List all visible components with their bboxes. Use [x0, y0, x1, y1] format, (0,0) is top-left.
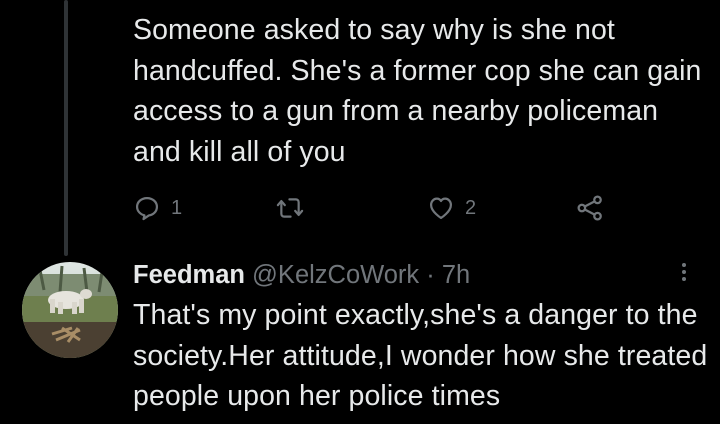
like-button[interactable]: 2: [427, 190, 476, 226]
parent-tweet-text: Someone asked to say why is she not hand…: [133, 14, 702, 168]
reply-button[interactable]: 1: [133, 190, 182, 226]
thread-connector-line: [64, 0, 68, 256]
like-count: 2: [465, 196, 477, 219]
reply-header: Feedman @KelzCoWork · 7h: [133, 255, 470, 295]
reply-tweet-text: That's my point exactly,she's a danger t…: [133, 299, 708, 412]
timestamp[interactable]: 7h: [442, 261, 470, 289]
reply-icon: [133, 194, 161, 222]
heart-icon: [427, 194, 455, 222]
tweet-action-bar: 1 2: [133, 190, 613, 226]
retweet-icon: [275, 194, 305, 222]
retweet-button[interactable]: [275, 190, 315, 226]
author-name[interactable]: Feedman: [133, 261, 245, 289]
share-button[interactable]: [575, 190, 605, 226]
author-handle[interactable]: @KelzCoWork: [252, 261, 419, 289]
separator-dot: ·: [426, 261, 435, 289]
more-vertical-icon: [681, 262, 687, 287]
reply-count: 1: [171, 196, 183, 219]
share-icon: [575, 193, 605, 223]
more-options-button[interactable]: [672, 262, 696, 286]
avatar[interactable]: [22, 262, 118, 358]
